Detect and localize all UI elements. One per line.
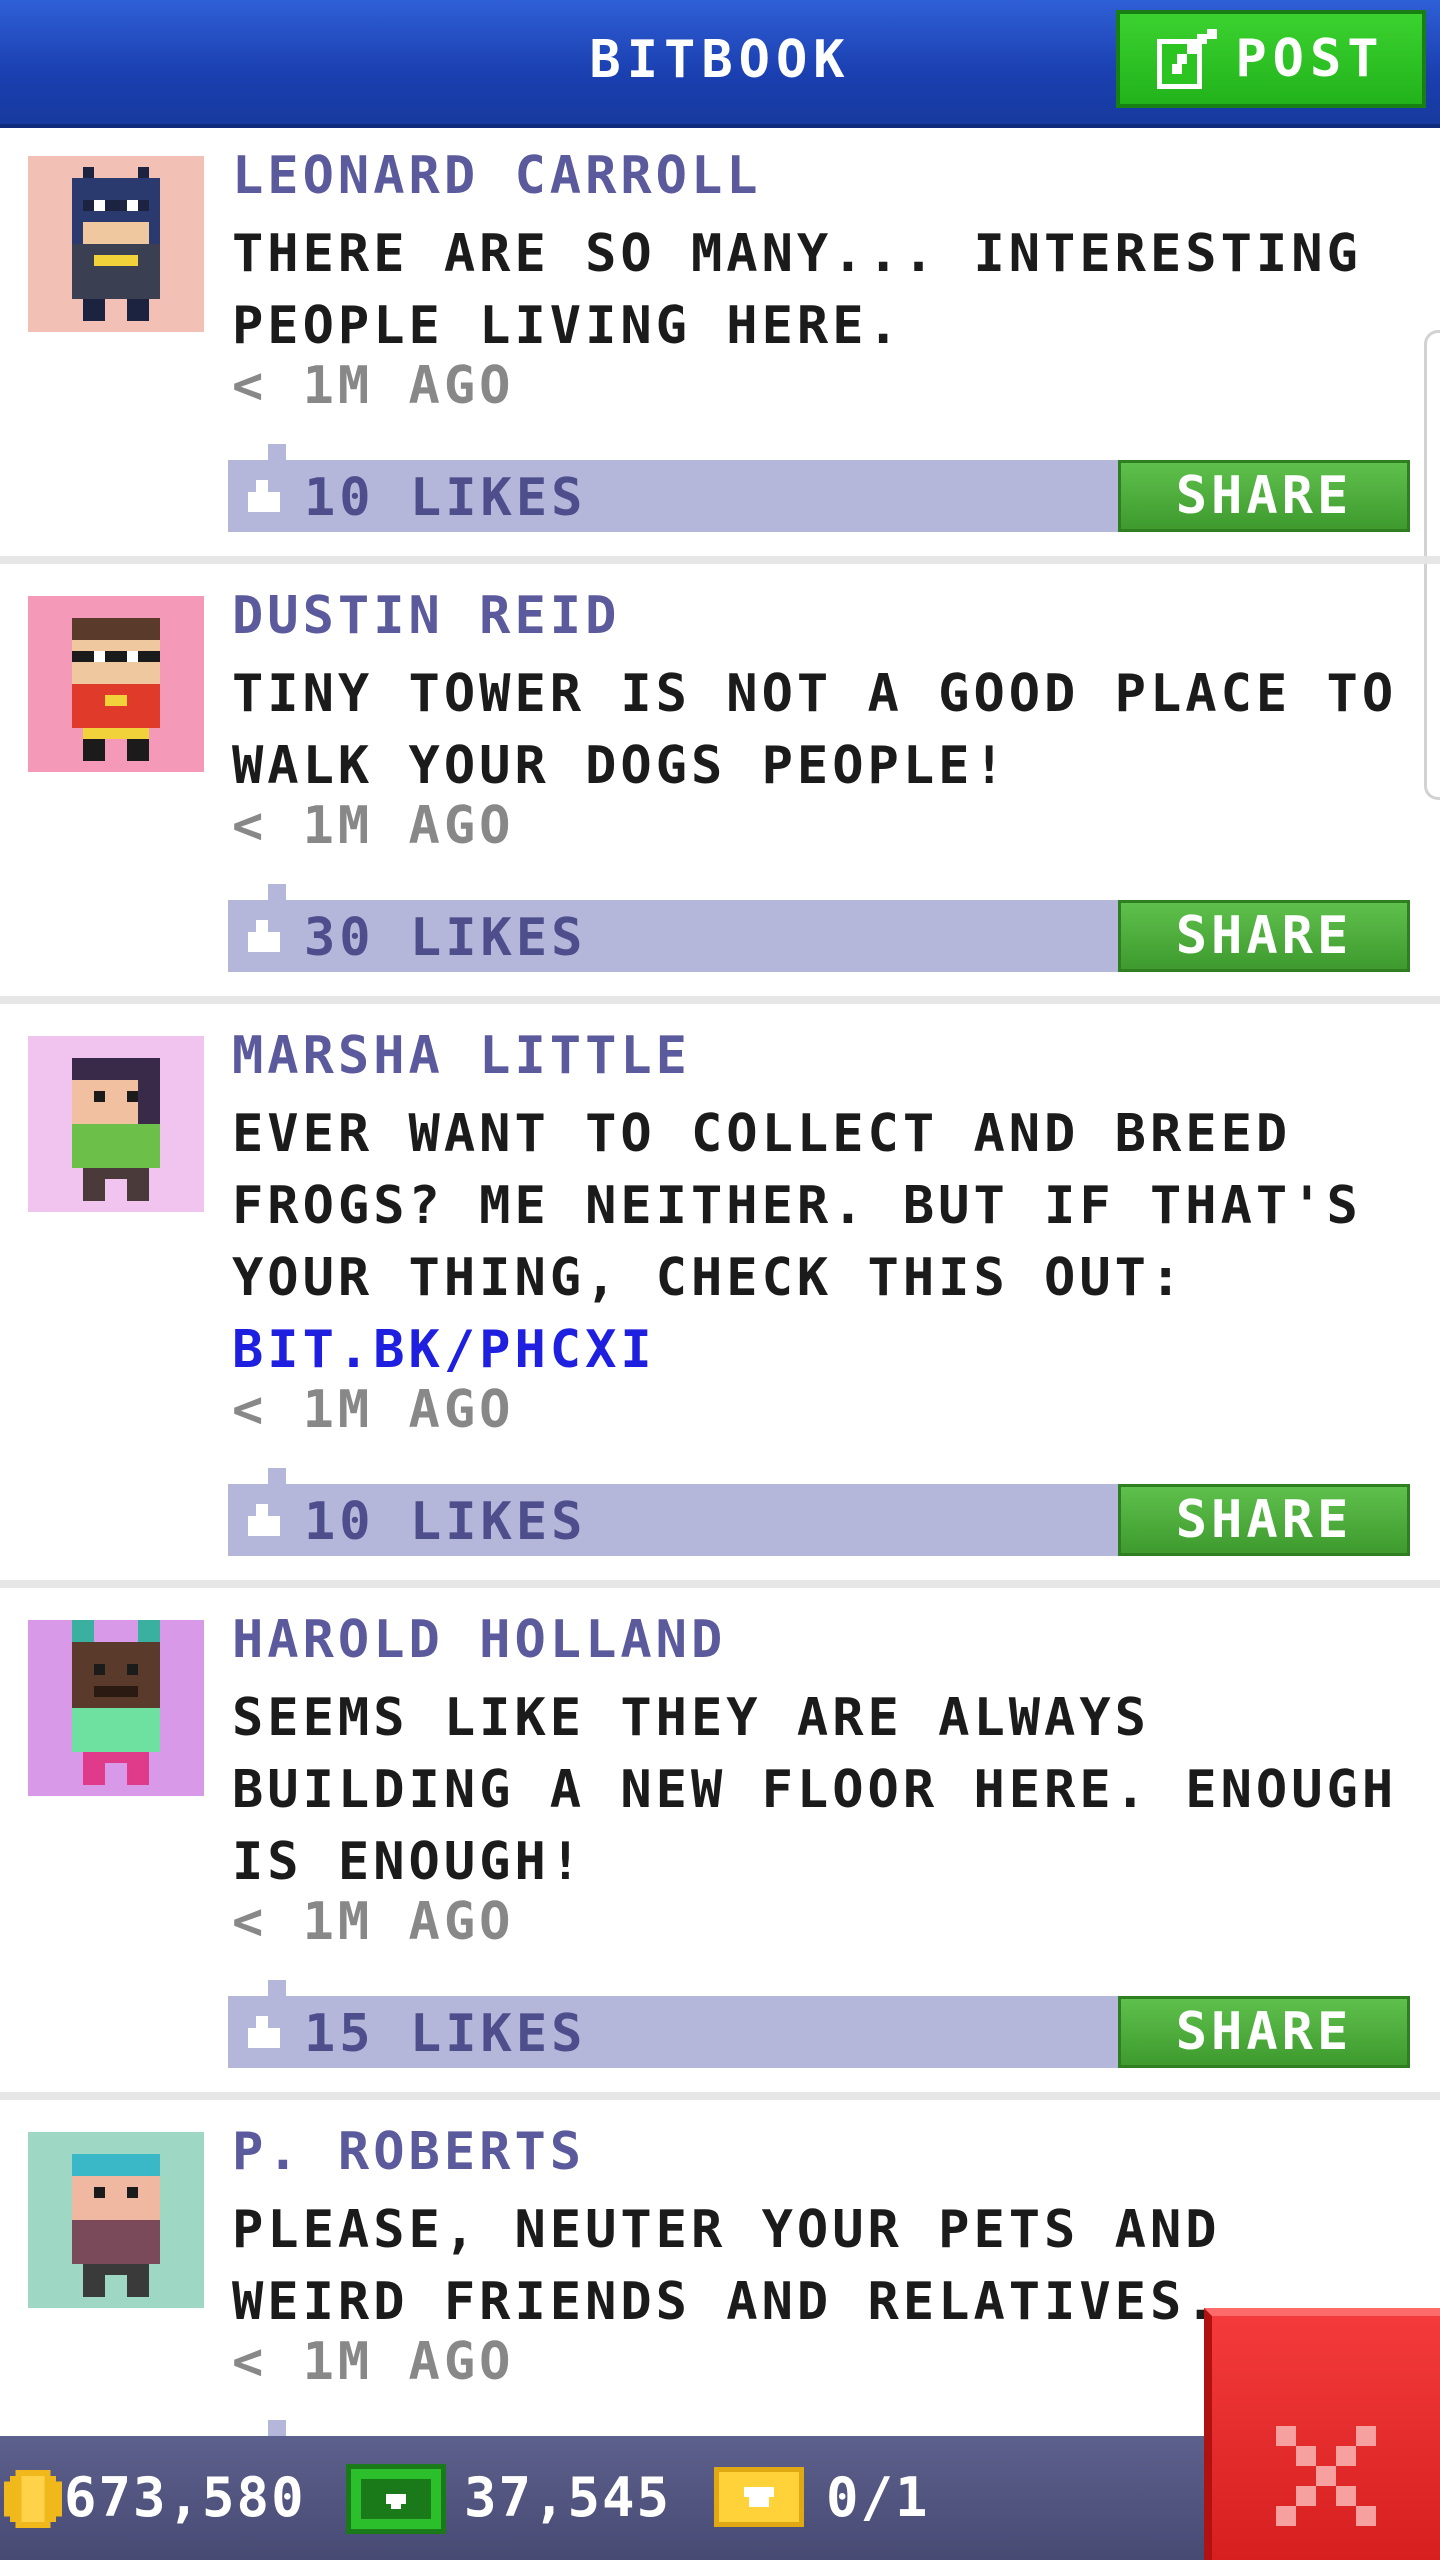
- post-timestamp: < 1M AGO: [232, 356, 515, 416]
- edit-icon: [1157, 29, 1218, 89]
- post-timestamp: < 1M AGO: [232, 796, 515, 856]
- post-author[interactable]: P. ROBERTS: [232, 2122, 585, 2182]
- like-count: 10 LIKES: [304, 468, 587, 528]
- share-button[interactable]: SHARE: [1118, 900, 1410, 972]
- like-count: 15 LIKES: [304, 2004, 587, 2064]
- like-bar[interactable]: 10 LIKES SHARE: [228, 444, 1410, 532]
- like-icon: [244, 2016, 284, 2052]
- post-author[interactable]: DUSTIN REID: [232, 586, 620, 646]
- post-button-label: POST: [1235, 29, 1385, 89]
- like-bar-notch: [268, 1468, 286, 1484]
- like-icon: [244, 1504, 284, 1540]
- avatar[interactable]: [28, 156, 204, 332]
- bux-icon: [346, 2464, 446, 2538]
- ticket-count: 0/1: [826, 2466, 930, 2529]
- divider: [0, 2092, 1440, 2100]
- close-button[interactable]: [1204, 2308, 1440, 2560]
- post-timestamp: < 1M AGO: [232, 1892, 515, 1952]
- post-button[interactable]: POST: [1116, 10, 1426, 108]
- like-bar-notch: [268, 444, 286, 460]
- divider: [0, 1580, 1440, 1588]
- avatar[interactable]: [28, 2132, 204, 2308]
- coin-count: 673,580: [64, 2466, 306, 2529]
- scroll-indicator[interactable]: [1424, 330, 1440, 800]
- like-icon: [244, 480, 284, 516]
- like-count: 10 LIKES: [304, 1492, 587, 1552]
- share-button[interactable]: SHARE: [1118, 1996, 1410, 2068]
- avatar[interactable]: [28, 1036, 204, 1212]
- like-bar-notch: [268, 2420, 286, 2436]
- app-header: BITBOOK POST: [0, 0, 1440, 128]
- like-bar-notch: [268, 1980, 286, 1996]
- ticket-icon: [714, 2466, 804, 2532]
- post-message: SEEMS LIKE THEY ARE ALWAYS BUILDING A NE…: [232, 1688, 1398, 1892]
- bux-count: 37,545: [464, 2466, 672, 2529]
- divider: [0, 556, 1440, 564]
- like-bar[interactable]: 10 LIKES SHARE: [228, 1468, 1410, 1556]
- post-author[interactable]: LEONARD CARROLL: [232, 146, 762, 206]
- coin-icon: [4, 2470, 62, 2532]
- divider: [0, 996, 1440, 1004]
- post-timestamp: < 1M AGO: [232, 2332, 515, 2392]
- avatar[interactable]: [28, 596, 204, 772]
- like-icon: [244, 920, 284, 956]
- post-timestamp: < 1M AGO: [232, 1380, 515, 1440]
- share-button[interactable]: SHARE: [1118, 1484, 1410, 1556]
- like-bar-notch: [268, 884, 286, 900]
- like-bar[interactable]: 15 LIKES SHARE: [228, 1980, 1410, 2068]
- post-message: TINY TOWER IS NOT A GOOD PLACE TO WALK Y…: [232, 664, 1398, 796]
- like-bar[interactable]: 30 LIKES SHARE: [228, 884, 1410, 972]
- avatar[interactable]: [28, 1620, 204, 1796]
- post-message: EVER WANT TO COLLECT AND BREED FROGS? ME…: [232, 1104, 1362, 1380]
- post-author[interactable]: MARSHA LITTLE: [232, 1026, 691, 1086]
- post-link[interactable]: BIT.BK/PHCXI: [232, 1320, 656, 1380]
- post-author[interactable]: HAROLD HOLLAND: [232, 1610, 726, 1670]
- post-message: THERE ARE SO MANY... INTERESTING PEOPLE …: [232, 224, 1362, 356]
- like-count: 30 LIKES: [304, 908, 587, 968]
- share-button[interactable]: SHARE: [1118, 460, 1410, 532]
